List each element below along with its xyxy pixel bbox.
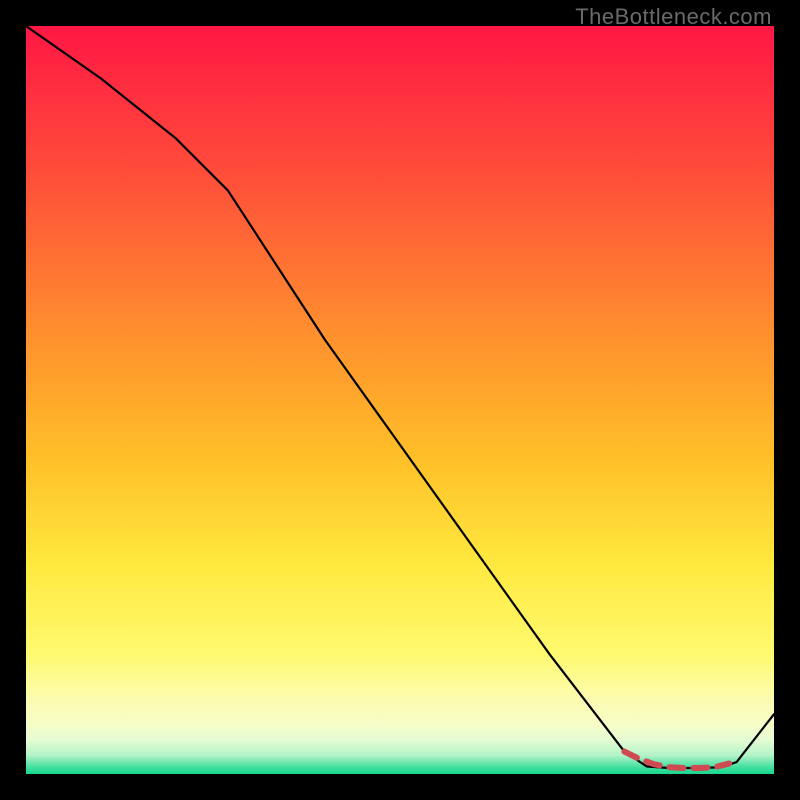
plot-area: [26, 26, 774, 774]
watermark-label: TheBottleneck.com: [575, 4, 772, 30]
chart-stage: TheBottleneck.com: [0, 0, 800, 800]
gradient-background: [26, 26, 774, 774]
chart-svg: [26, 26, 774, 774]
